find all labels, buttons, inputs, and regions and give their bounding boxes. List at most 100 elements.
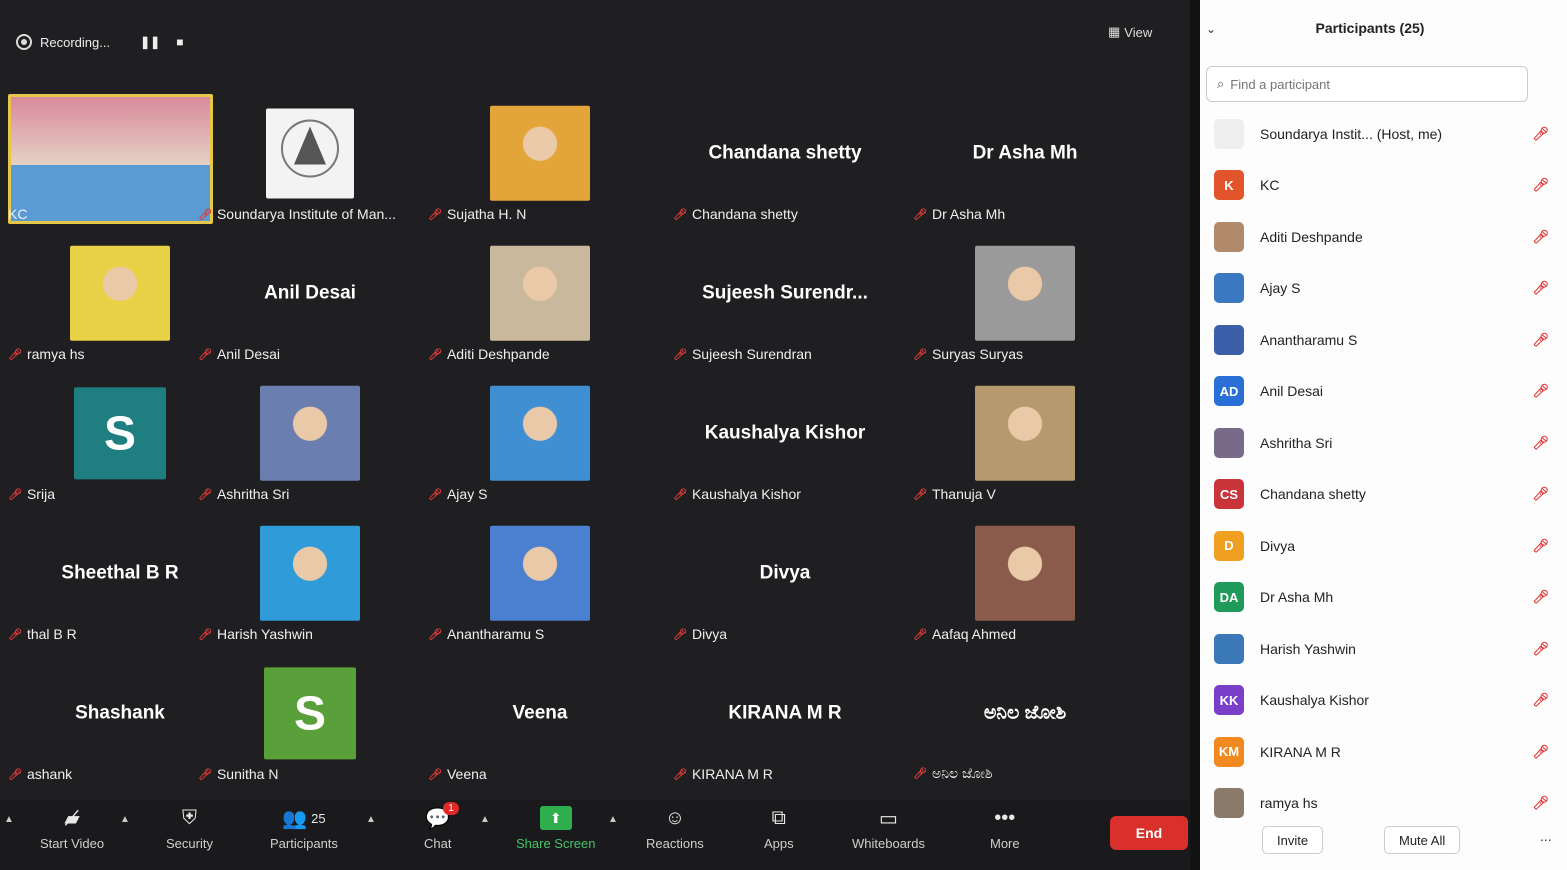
share-screen-button[interactable]: ⬆ Share Screen: [516, 806, 596, 851]
participant-row[interactable]: Ajay S 🎤︎: [1200, 263, 1567, 315]
tile-name-label: 🎤︎ Ashritha Sri: [198, 486, 289, 502]
participant-row[interactable]: Harish Yashwin 🎤︎: [1200, 623, 1567, 675]
video-options-caret[interactable]: ▲: [120, 814, 130, 825]
participant-row[interactable]: D Divya 🎤︎: [1200, 520, 1567, 572]
audio-options-caret[interactable]: ▲: [4, 814, 14, 825]
participant-row[interactable]: Ashritha Sri 🎤︎: [1200, 417, 1567, 469]
muted-mic-icon[interactable]: 🎤︎: [1532, 177, 1549, 193]
tile-name-label: 🎤︎ thal B R: [8, 626, 77, 642]
participant-avatar: CS: [1214, 479, 1244, 510]
participants-button[interactable]: 👥 25 Participants: [270, 806, 338, 852]
view-label: View: [1124, 24, 1153, 40]
profile-picture: [260, 525, 360, 621]
end-meeting-button[interactable]: End: [1110, 816, 1188, 850]
display-name-large: ಅನಿಲ ಜೋಶಿ: [983, 702, 1067, 724]
meeting-toolbar: ▲ ▰̸ Start Video ▲ ⛨ Security 👥 25 Partic…: [0, 800, 1190, 870]
video-tile-divya[interactable]: Divya 🎤︎ Divya: [665, 508, 905, 648]
video-tile-sujatha[interactable]: 🎤︎ Sujatha H. N: [420, 88, 660, 228]
participant-row[interactable]: KM KIRANA M R 🎤︎: [1200, 726, 1567, 778]
muted-mic-icon[interactable]: 🎤︎: [1532, 229, 1549, 245]
security-button[interactable]: ⛨ Security: [166, 806, 213, 852]
participant-name: Harish Yashwin: [216, 626, 313, 642]
reactions-button[interactable]: ☺ Reactions: [646, 806, 704, 852]
tile-name-label: 🎤︎ Sujeesh Surendran: [673, 346, 812, 362]
chat-button[interactable]: 💬 1 Chat: [424, 802, 459, 851]
reactions-label: Reactions: [646, 836, 704, 851]
muted-mic-icon[interactable]: 🎤︎: [1532, 589, 1549, 605]
apps-button[interactable]: ⧉ Apps: [764, 806, 794, 852]
participant-row[interactable]: Soundarya Instit... (Host, me) 🎤︎: [1200, 108, 1567, 160]
mute-all-button[interactable]: Mute All: [1384, 826, 1461, 854]
whiteboard-icon: ▭: [879, 807, 898, 830]
muted-mic-icon[interactable]: 🎤︎: [1532, 126, 1549, 142]
video-tile-kirana[interactable]: KIRANA M R 🎤︎ KIRANA M R: [665, 648, 905, 788]
chat-options-caret[interactable]: ▲: [480, 814, 490, 825]
participant-name: Suryas Suryas: [931, 346, 1024, 362]
participants-options-caret[interactable]: ▲: [366, 814, 376, 825]
muted-mic-icon[interactable]: 🎤︎: [1532, 795, 1549, 811]
video-tile-chandana[interactable]: Chandana shetty 🎤︎ Chandana shetty: [665, 88, 905, 228]
pause-recording-button[interactable]: ❚❚: [140, 35, 160, 49]
participant-name: ashank: [26, 766, 73, 782]
muted-mic-icon[interactable]: 🎤︎: [1532, 435, 1549, 451]
letter-avatar: S: [74, 387, 166, 480]
video-tile-anantharamu[interactable]: 🎤︎ Anantharamu S: [420, 508, 660, 648]
participant-search-input[interactable]: [1230, 76, 1511, 92]
participant-row[interactable]: AD Anil Desai 🎤︎: [1200, 366, 1567, 418]
stop-recording-button[interactable]: ■: [176, 35, 183, 49]
panel-more-button[interactable]: ...: [1540, 828, 1552, 844]
video-tile-sujeesh[interactable]: Sujeesh Surendr... 🎤︎ Sujeesh Surendran: [665, 228, 905, 368]
muted-mic-icon[interactable]: 🎤︎: [1532, 744, 1549, 760]
chat-badge: 1: [443, 802, 459, 815]
participant-avatar: [1214, 324, 1244, 355]
muted-mic-icon[interactable]: 🎤︎: [1532, 538, 1549, 554]
more-button[interactable]: ••• More: [990, 806, 1020, 852]
participant-name: Srija: [26, 486, 55, 502]
participants-count: 25: [311, 810, 326, 826]
participants-panel: ⌄ Participants (25) ⌕ Soundarya Instit..…: [1200, 0, 1567, 870]
muted-mic-icon: 🎤︎: [198, 348, 212, 361]
participant-list-name: Chandana shetty: [1260, 486, 1366, 503]
video-tile-sunitha[interactable]: S 🎤︎ Sunitha N: [190, 648, 430, 788]
muted-mic-icon[interactable]: 🎤︎: [1532, 486, 1549, 502]
video-tile-kaushalya[interactable]: Kaushalya Kishor 🎤︎ Kaushalya Kishor: [665, 368, 905, 508]
muted-mic-icon[interactable]: 🎤︎: [1532, 332, 1549, 348]
video-tile-suryas[interactable]: 🎤︎ Suryas Suryas: [905, 228, 1145, 368]
video-tile-thanuja[interactable]: 🎤︎ Thanuja V: [905, 368, 1145, 508]
video-tile-ajay[interactable]: 🎤︎ Ajay S: [420, 368, 660, 508]
video-tile-veena[interactable]: Veena 🎤︎ Veena: [420, 648, 660, 788]
video-tile-aafaq[interactable]: 🎤︎ Aafaq Ahmed: [905, 508, 1145, 648]
shield-icon: ⛨: [181, 806, 197, 829]
start-video-label: Start Video: [40, 836, 105, 851]
view-button[interactable]: ▦ View: [1108, 24, 1152, 40]
apps-label: Apps: [764, 836, 794, 851]
participant-name: Veena: [446, 766, 487, 782]
participant-row[interactable]: Aditi Deshpande 🎤︎: [1200, 211, 1567, 263]
participant-row[interactable]: KK Kaushalya Kishor 🎤︎: [1200, 675, 1567, 727]
video-tile-ashritha[interactable]: 🎤︎ Ashritha Sri: [190, 368, 430, 508]
muted-mic-icon: 🎤︎: [198, 488, 212, 501]
muted-mic-icon[interactable]: 🎤︎: [1532, 641, 1549, 657]
whiteboards-button[interactable]: ▭ Whiteboards: [852, 806, 925, 852]
participant-row[interactable]: K KC 🎤︎: [1200, 160, 1567, 212]
invite-button[interactable]: Invite: [1262, 826, 1324, 854]
video-tile-aditi[interactable]: 🎤︎ Aditi Deshpande: [420, 228, 660, 368]
video-tile-asha[interactable]: Dr Asha Mh 🎤︎ Dr Asha Mh: [905, 88, 1145, 228]
muted-mic-icon: 🎤︎: [913, 768, 927, 780]
video-tile-soundarya[interactable]: 🎤︎ Soundarya Institute of Man...: [190, 88, 430, 228]
participant-list-name: Aditi Deshpande: [1260, 228, 1363, 245]
participant-row[interactable]: Anantharamu S 🎤︎: [1200, 314, 1567, 366]
start-video-button[interactable]: ▰̸ Start Video: [40, 806, 105, 852]
participant-row[interactable]: DA Dr Asha Mh 🎤︎: [1200, 572, 1567, 624]
video-tile-anil[interactable]: Anil Desai 🎤︎ Anil Desai: [190, 228, 430, 368]
participant-search[interactable]: ⌕: [1206, 66, 1528, 102]
video-tile-kannada[interactable]: ಅನಿಲ ಜೋಶಿ 🎤︎ ಅನಿಲ ಜೋಶಿ: [905, 648, 1145, 788]
video-tile-harish[interactable]: 🎤︎ Harish Yashwin: [190, 508, 430, 648]
muted-mic-icon[interactable]: 🎤︎: [1532, 383, 1549, 399]
muted-mic-icon[interactable]: 🎤︎: [1532, 692, 1549, 708]
participant-row[interactable]: CS Chandana shetty 🎤︎: [1200, 469, 1567, 521]
share-options-caret[interactable]: ▲: [608, 814, 618, 825]
muted-mic-icon[interactable]: 🎤︎: [1532, 280, 1549, 296]
display-name-large: Anil Desai: [264, 282, 356, 304]
participant-name: Chandana shetty: [691, 206, 798, 222]
